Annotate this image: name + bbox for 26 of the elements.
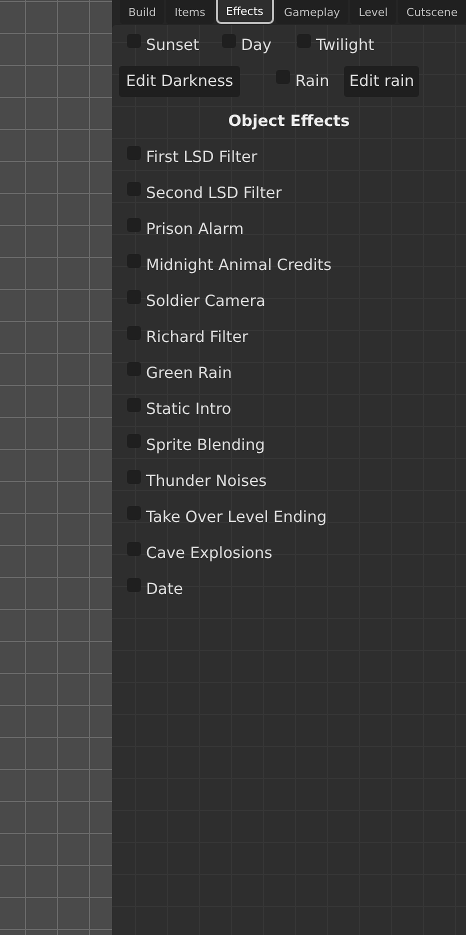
tab[interactable]: Effects: [216, 0, 274, 24]
checkbox-label[interactable]: Sunset: [146, 36, 200, 54]
checkbox-label[interactable]: Day: [241, 36, 272, 54]
checkbox-label[interactable]: Second LSD Filter: [146, 184, 282, 202]
tab[interactable]: Cutscene: [398, 0, 466, 24]
edit-rain-button[interactable]: Edit rain: [344, 66, 420, 96]
checkbox-label[interactable]: First LSD Filter: [146, 148, 258, 166]
checkbox-label[interactable]: Date: [146, 580, 184, 598]
checkbox-label[interactable]: Cave Explosions: [146, 544, 272, 562]
tab[interactable]: Build: [120, 0, 164, 24]
tab[interactable]: Level: [350, 0, 396, 24]
section-heading: Object Effects: [227, 111, 351, 132]
checkbox-label[interactable]: Prison Alarm: [146, 220, 244, 238]
checkbox-label[interactable]: Midnight Animal Credits: [146, 256, 332, 274]
checkbox-label[interactable]: Thunder Noises: [146, 472, 267, 490]
checkbox-label[interactable]: Richard Filter: [146, 328, 248, 346]
checkbox-label[interactable]: Take Over Level Ending: [146, 508, 327, 526]
checkbox-label[interactable]: Rain: [295, 72, 330, 90]
checkbox-label[interactable]: Green Rain: [146, 364, 232, 382]
tab[interactable]: Gameplay: [276, 0, 348, 24]
checkbox-label[interactable]: Static Intro: [146, 400, 232, 418]
checkbox-label[interactable]: Twilight: [316, 36, 374, 54]
checkbox-label[interactable]: Soldier Camera: [146, 292, 266, 310]
tab[interactable]: Items: [166, 0, 214, 24]
checkbox-label[interactable]: Sprite Blending: [146, 436, 266, 454]
edit-darkness-button[interactable]: Edit Darkness: [119, 66, 240, 96]
